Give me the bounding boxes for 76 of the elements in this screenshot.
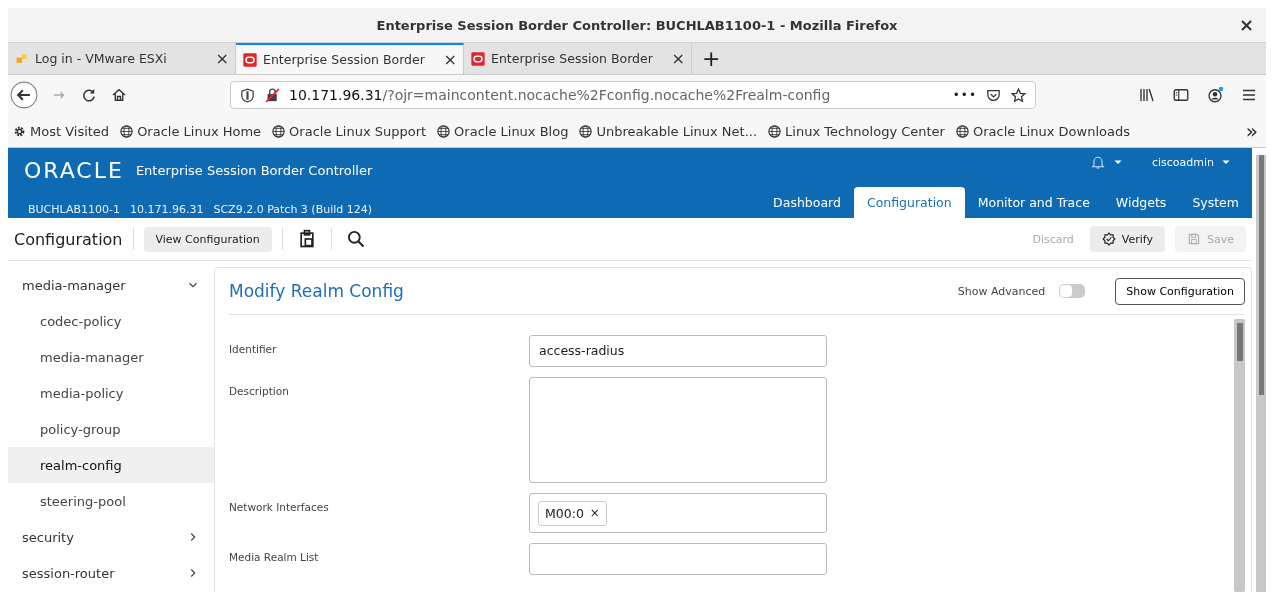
logo-icon xyxy=(470,50,486,67)
host-name: BUCHLAB1100-1 xyxy=(28,203,120,216)
close-tab-button[interactable]: × xyxy=(215,49,229,68)
version-text: SCZ9.2.0 Patch 3 (Build 124) xyxy=(213,203,373,216)
ip-address: 10.171.96.31 xyxy=(129,203,204,216)
insecure-lock-icon xyxy=(264,86,281,104)
sidebar-item[interactable]: security xyxy=(8,519,214,555)
form-title: Modify Realm Config xyxy=(229,281,404,301)
globe-icon xyxy=(119,123,135,139)
user-menu[interactable]: ciscoadmin xyxy=(1151,155,1214,169)
page-title: Configuration xyxy=(14,229,123,249)
globe-icon xyxy=(436,123,452,139)
window-title: Enterprise Session Border Controller: BUCHLAB1100-1 - Mozilla Firefox xyxy=(376,17,898,33)
globe-icon xyxy=(954,123,970,139)
browser-tab[interactable]: Enterprise Session Border × xyxy=(464,43,692,74)
product-name: Enterprise Session Border Controller xyxy=(135,163,373,178)
sidebar-subitem[interactable]: media-policy xyxy=(8,375,214,411)
tag-chip[interactable]: M00:0 × xyxy=(538,500,607,526)
show-configuration-button[interactable]: Show Configuration xyxy=(1115,277,1245,305)
back-icon[interactable] xyxy=(10,81,38,109)
sidebar-item[interactable]: media-manager xyxy=(8,267,214,303)
tag-label: M00:0 xyxy=(545,505,584,521)
scrollbar[interactable] xyxy=(1256,155,1266,592)
field-label: Description xyxy=(229,384,290,397)
logo: ORACLE xyxy=(24,158,124,183)
close-tab-button[interactable]: × xyxy=(443,50,457,69)
globe-icon xyxy=(578,123,594,139)
verify-button[interactable]: Verify xyxy=(1089,226,1165,252)
input-field[interactable] xyxy=(529,543,827,575)
nav-tab[interactable]: System xyxy=(1179,187,1252,218)
more-button[interactable]: ••• xyxy=(952,88,977,102)
field-label: Identifier xyxy=(229,342,278,355)
new-tab-button[interactable]: + xyxy=(692,43,731,74)
close-tab-button[interactable]: × xyxy=(671,49,685,68)
bookmark[interactable]: Most Visited xyxy=(12,123,110,139)
field-label: Network Interfaces xyxy=(229,500,330,513)
close-button[interactable]: × xyxy=(1234,14,1258,35)
view-configuration-button[interactable]: View Configuration xyxy=(143,226,272,252)
star-icon[interactable] xyxy=(1010,86,1027,104)
sidebar-subitem[interactable]: media-manager xyxy=(8,339,214,375)
shield-icon xyxy=(239,86,256,104)
field-label: Media Realm List xyxy=(229,550,320,563)
tab-label: Log in - VMware ESXi xyxy=(35,51,168,66)
tab-label: Enterprise Session Border xyxy=(263,52,426,67)
nav-tab[interactable]: Monitor and Trace xyxy=(964,187,1103,218)
globe-icon xyxy=(767,123,783,139)
toggle-label: Show Advanced xyxy=(957,284,1046,298)
library-icon[interactable] xyxy=(1138,86,1156,104)
floppy-icon xyxy=(1187,232,1201,246)
scrollbar[interactable] xyxy=(1234,319,1245,592)
search-icon[interactable] xyxy=(345,229,366,249)
logo-icon xyxy=(242,51,258,68)
account-icon[interactable] xyxy=(1206,86,1224,104)
browser-tab[interactable]: Enterprise Session Border × xyxy=(236,43,464,74)
bell-icon[interactable] xyxy=(1089,154,1106,170)
toggle-switch[interactable] xyxy=(1059,284,1086,298)
sidebar-icon[interactable] xyxy=(1172,86,1190,104)
tag-input-field[interactable]: M00:0 × xyxy=(529,493,827,533)
sidebar-subitem[interactable]: policy-group xyxy=(8,411,214,447)
input-field[interactable]: access-radius xyxy=(529,335,827,367)
more-bookmarks-button[interactable]: » xyxy=(1245,119,1262,143)
badge-check-icon xyxy=(1101,232,1116,246)
sidebar-subitem[interactable]: codec-policy xyxy=(8,303,214,339)
remove-tag-button[interactable]: × xyxy=(589,506,600,520)
address-bar[interactable]: 10.171.96.31/?ojr=maincontent.nocache%2Fconfig.nocache%2Frealm-config ••• xyxy=(230,81,1036,109)
nav-tab[interactable]: Widgets xyxy=(1102,187,1180,218)
sidebar-subitem[interactable]: steering-pool xyxy=(8,483,214,519)
globe-icon xyxy=(271,123,287,139)
nav-tab[interactable]: Configuration xyxy=(853,187,965,218)
home-icon[interactable] xyxy=(110,86,128,104)
sidebar-item[interactable]: session-router xyxy=(8,555,214,591)
bookmark-label: Most Visited xyxy=(30,123,110,139)
sidebar-subitem[interactable]: realm-config xyxy=(8,447,214,483)
nav-tab[interactable]: Dashboard xyxy=(760,187,854,218)
tab-label: Enterprise Session Border xyxy=(491,51,654,66)
url-text: 10.171.96.31/?ojr=maincontent.nocache%2Fconfig.nocache%2Frealm-config xyxy=(289,87,832,103)
